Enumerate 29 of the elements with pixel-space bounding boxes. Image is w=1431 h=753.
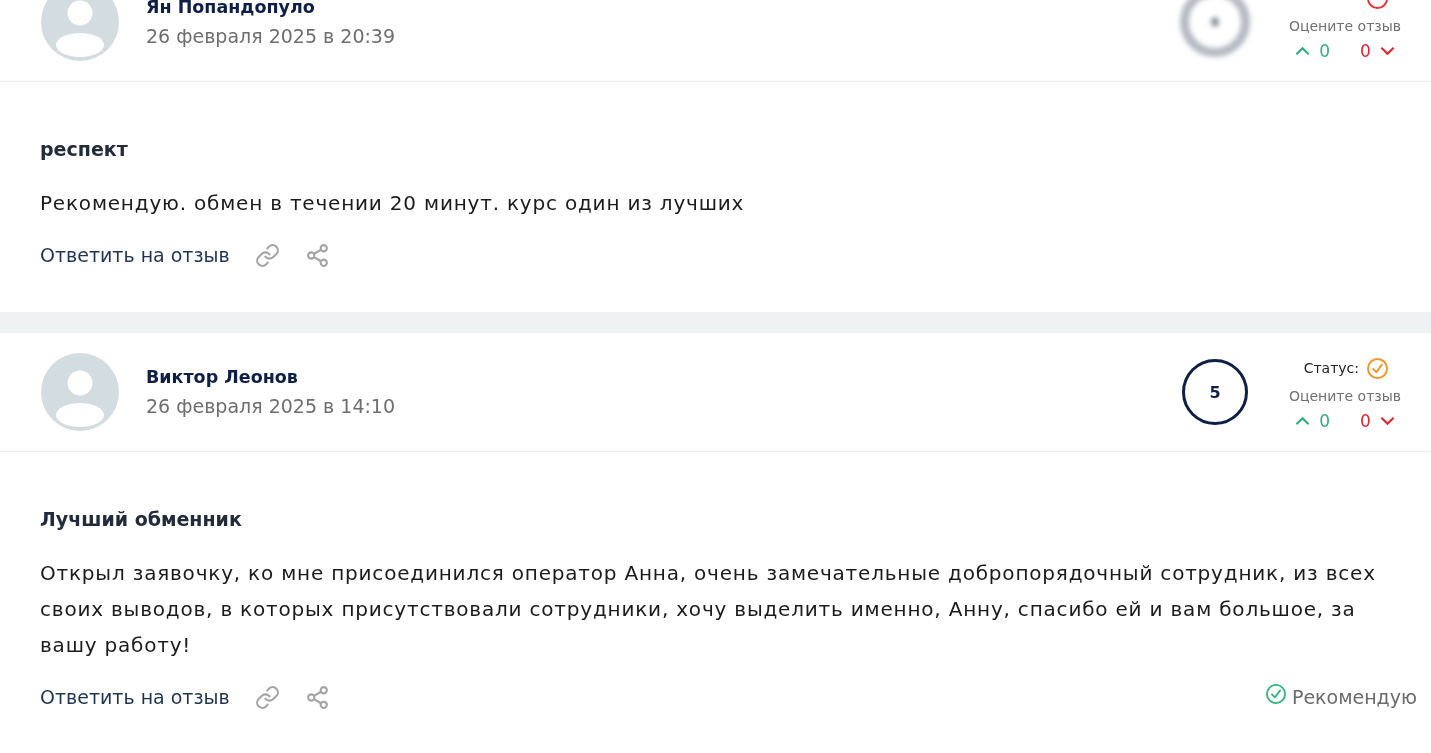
share-icon[interactable] bbox=[304, 242, 330, 268]
review-title: Лучший обменник bbox=[40, 507, 242, 532]
downvote-button[interactable]: 0 bbox=[1360, 40, 1395, 62]
check-circle-icon bbox=[1265, 684, 1286, 704]
chevron-up-icon bbox=[1295, 416, 1311, 426]
status-label: Статус: bbox=[1303, 360, 1359, 376]
review-title: респект bbox=[40, 137, 128, 162]
author-name: Ян Попандопуло bbox=[146, 0, 315, 19]
link-icon[interactable] bbox=[254, 684, 280, 710]
recommend-label: Рекомендую bbox=[1291, 686, 1417, 708]
review-text: Открыл заявочку, ко мне присоединился оператор Анна, очень замечательные добропорядочный сотрудник, из всех своих выводов, в которых присутствовали сотрудники, хочу выделить именно, Анну, спасибо ей и вам большое, за вашу работу! bbox=[40, 560, 1377, 659]
author-name: Виктор Леонов bbox=[146, 366, 298, 389]
chevron-down-icon bbox=[1379, 416, 1395, 426]
reply-link[interactable]: Ответить на отзыв bbox=[40, 686, 230, 708]
link-icon[interactable] bbox=[254, 242, 280, 268]
rate-prompt: Оцените отзыв bbox=[1288, 387, 1402, 406]
upvote-button[interactable]: 0 bbox=[1295, 410, 1330, 432]
upvote-button[interactable]: 0 bbox=[1295, 40, 1330, 62]
chevron-down-icon bbox=[1379, 46, 1395, 56]
reply-link[interactable]: Ответить на отзыв bbox=[40, 244, 230, 266]
share-icon[interactable] bbox=[304, 684, 330, 710]
chevron-up-icon bbox=[1295, 46, 1311, 56]
review-text: Рекомендую. обмен в течении 20 минут. курс один из лучших bbox=[40, 190, 746, 217]
downvote-button[interactable]: 0 bbox=[1360, 410, 1395, 432]
rating-circle: 5 bbox=[1182, 359, 1248, 425]
review-date: 26 февраля 2025 в 14:10 bbox=[146, 394, 396, 419]
blurred-rating-ring bbox=[1180, 0, 1250, 57]
review-date: 26 февраля 2025 в 20:39 bbox=[146, 24, 396, 49]
rate-prompt: Оцените отзыв bbox=[1288, 17, 1402, 36]
